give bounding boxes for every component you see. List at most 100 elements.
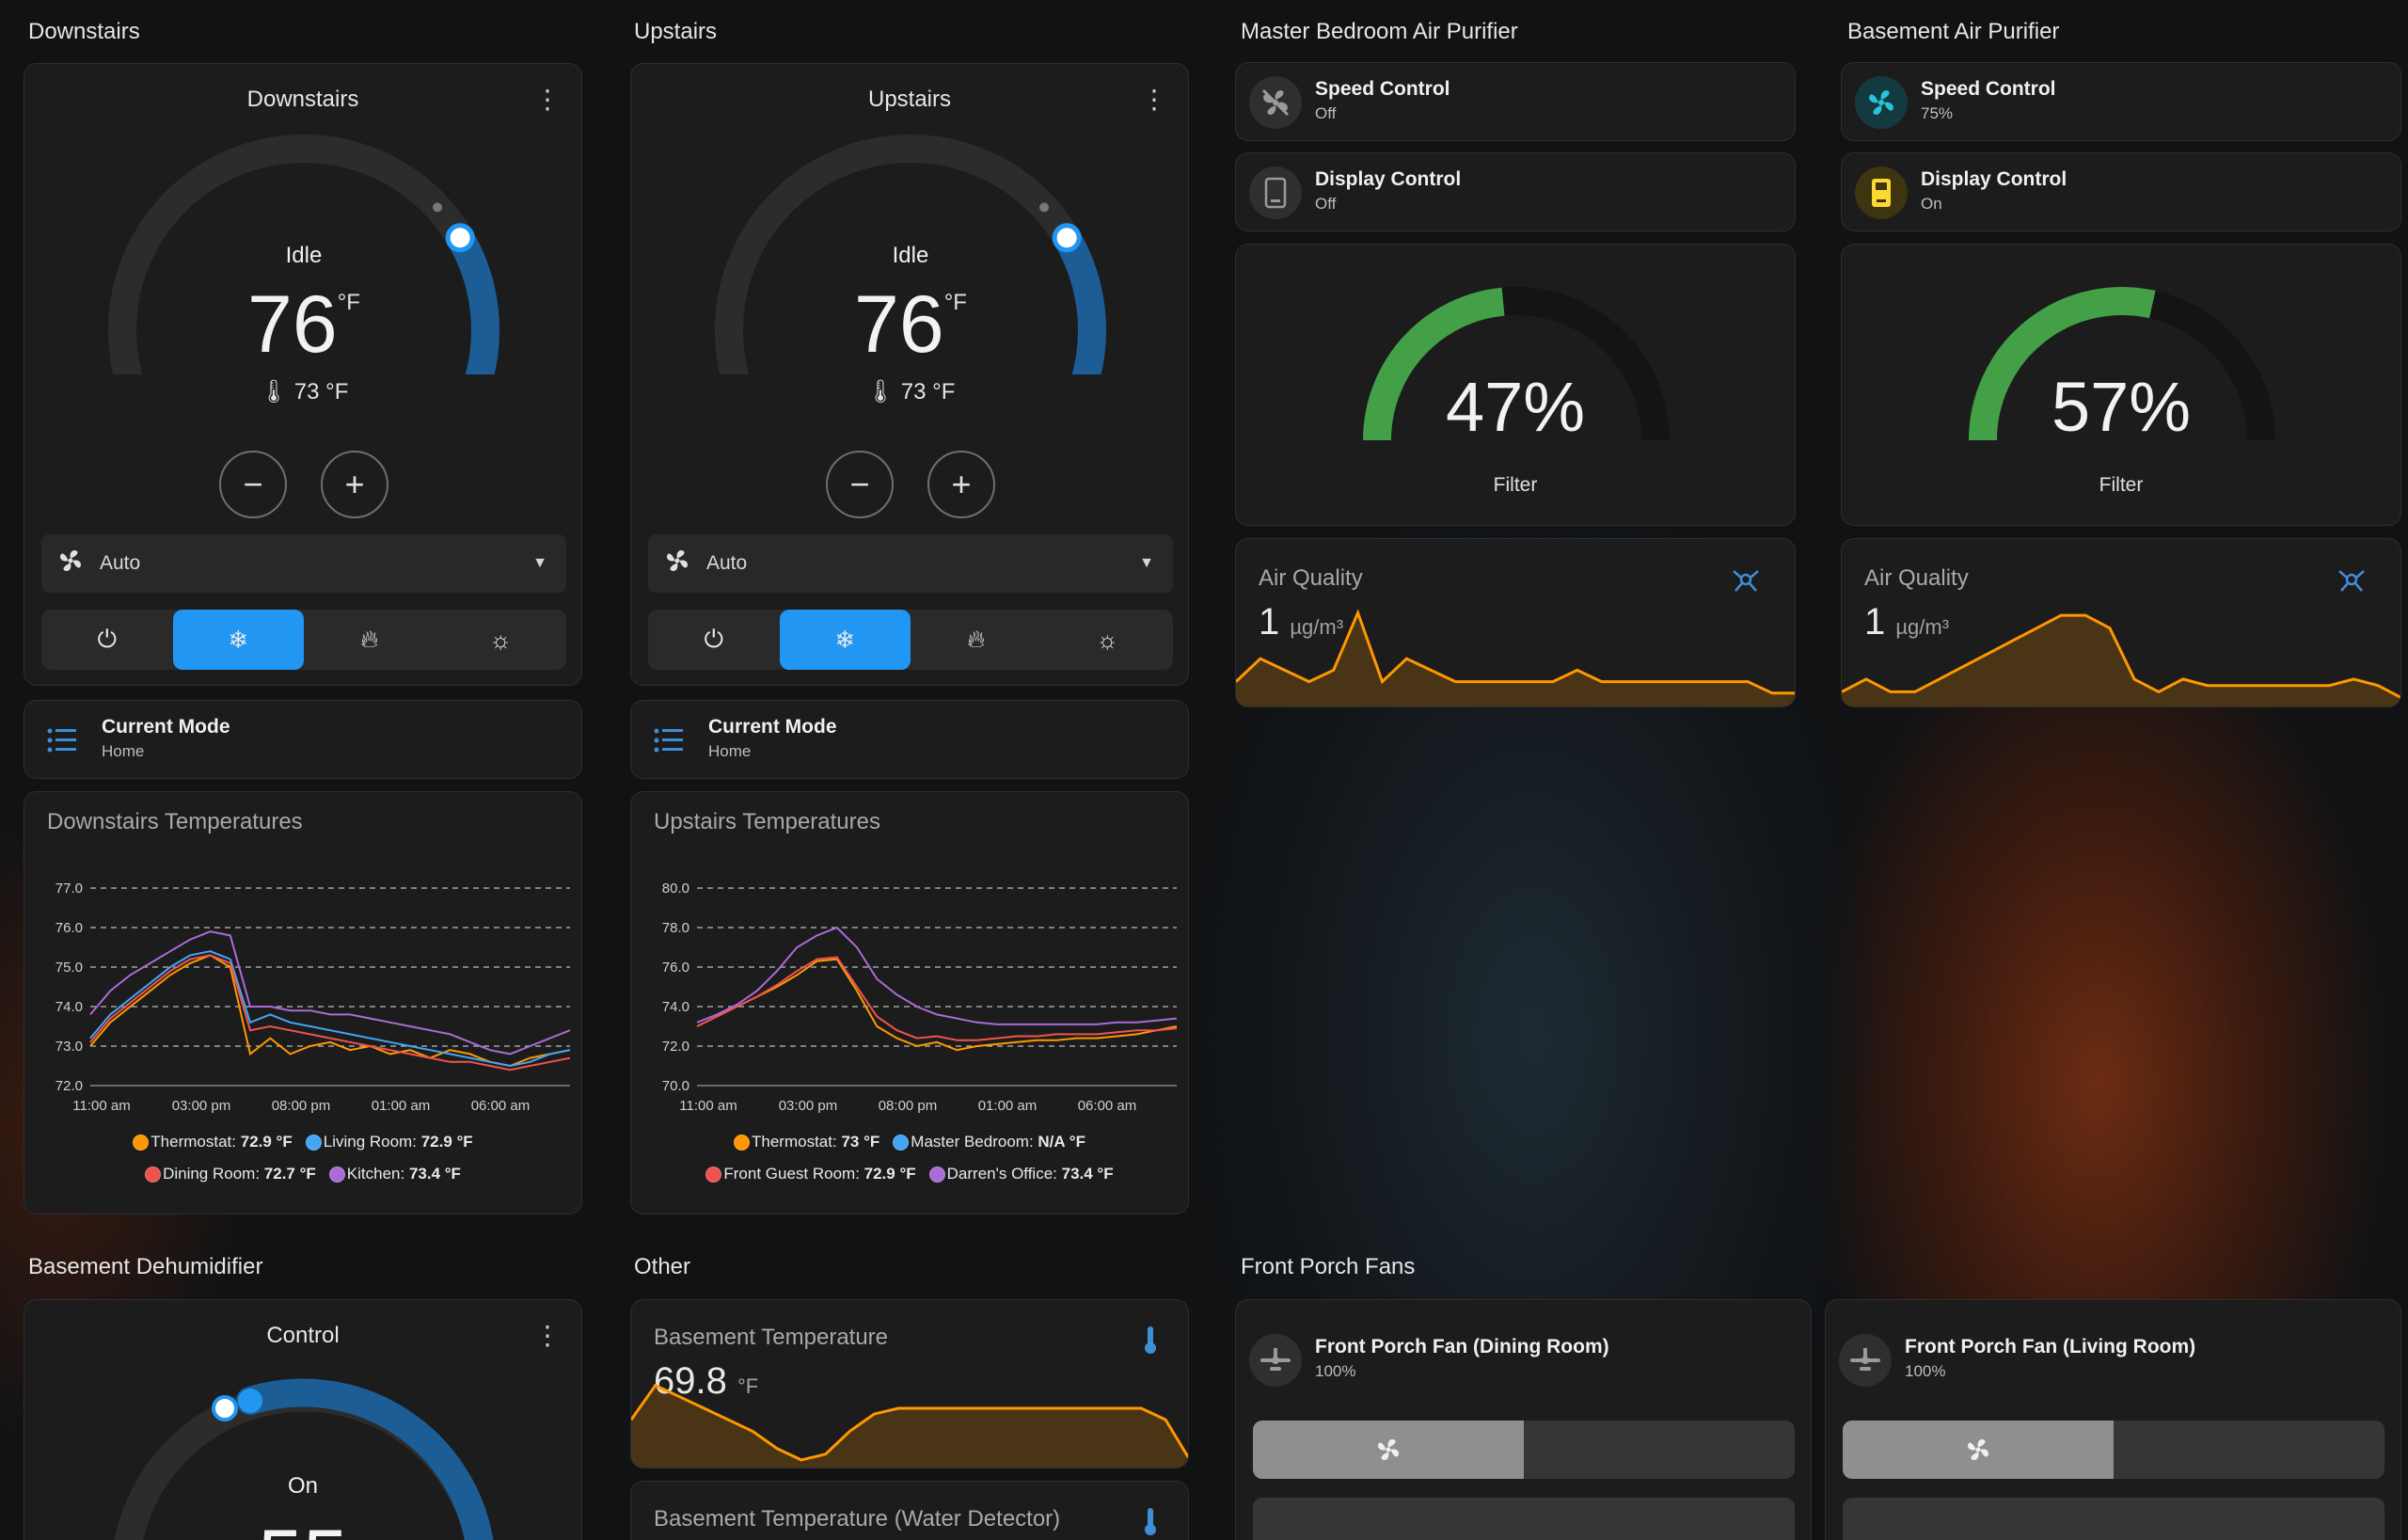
chart-legend-row-2: Dining Room: 72.7 °F Kitchen: 73.4 °F — [24, 1165, 581, 1183]
current-temperature-marker — [433, 202, 443, 213]
legend-item[interactable]: Darren's Office: 73.4 °F — [928, 1165, 1114, 1183]
fan-mode-select[interactable]: Auto ▼ — [41, 534, 566, 593]
dial-handle-upper[interactable] — [238, 1389, 262, 1413]
thermometer-icon: 🌡︎ — [259, 379, 289, 405]
air-quality-card[interactable]: Air Quality 1 µg/m³ — [1841, 538, 2401, 707]
current-mode-tile-downstairs[interactable]: Current Mode Home — [24, 700, 582, 779]
history-graph-downstairs[interactable]: Downstairs Temperatures 72.0 73.0 74.0 75.0… — [24, 791, 582, 1215]
front-porch-fan-living-card[interactable]: Front Porch Fan (Living Room) 100% — [1825, 1299, 2401, 1540]
humidity-dial[interactable] — [24, 1300, 582, 1540]
display-on-icon[interactable] — [1855, 167, 1908, 219]
y-tick-label: 77.0 — [55, 881, 83, 897]
dial-handle-lower[interactable] — [212, 1395, 238, 1421]
tile-name: Speed Control — [1315, 78, 1450, 100]
speed-control-tile[interactable]: Speed Control Off — [1235, 62, 1796, 141]
mode-heat-button[interactable]: 🔥︎ — [304, 610, 436, 670]
fan-control-bar[interactable] — [1843, 1498, 2384, 1540]
sparkline-area — [1842, 615, 2400, 706]
thermometer-icon — [1143, 1506, 1158, 1540]
plus-icon: + — [344, 465, 365, 503]
legend-series-name: Front Guest Room — [723, 1165, 856, 1183]
filter-gauge-card[interactable]: 57% Filter — [1841, 244, 2401, 526]
legend-item[interactable]: Thermostat: 72.9 °F — [133, 1133, 293, 1151]
display-control-tile[interactable]: Display Control Off — [1235, 152, 1796, 231]
increase-temperature-button[interactable]: + — [321, 451, 388, 518]
series-line — [696, 926, 1178, 1025]
sun-snowflake-icon: ☼ — [489, 625, 513, 654]
legend-item[interactable]: Kitchen: 73.4 °F — [328, 1165, 461, 1183]
thermometer-icon: 🌡︎ — [865, 379, 895, 405]
target-unit: °F — [943, 290, 967, 315]
decrease-temperature-button[interactable]: − — [826, 451, 894, 518]
fan-speed-slider[interactable] — [1843, 1421, 2384, 1479]
section-title-downstairs: Downstairs — [28, 19, 140, 44]
legend-item[interactable]: Thermostat: 73 °F — [734, 1133, 879, 1151]
section-title-upstairs: Upstairs — [634, 19, 718, 44]
y-tick-label: 75.0 — [55, 960, 83, 976]
mode-cool-button[interactable]: ❄ — [779, 610, 911, 670]
history-graph-upstairs[interactable]: Upstairs Temperatures 70.0 72.0 74.0 76.0 78… — [630, 791, 1189, 1215]
y-tick-label: 76.0 — [662, 960, 689, 976]
air-quality-card[interactable]: Air Quality 1 µg/m³ — [1235, 538, 1796, 707]
target-temperature: 76 — [854, 279, 944, 370]
filter-gauge-card[interactable]: 47% Filter — [1235, 244, 1796, 526]
mode-cool-button[interactable]: ❄ — [172, 610, 304, 670]
tile-state: On — [1921, 195, 1942, 213]
mode-off-button[interactable]: ⏻ — [648, 610, 780, 670]
legend-dot — [133, 1135, 150, 1151]
speed-control-tile[interactable]: Speed Control 75% — [1841, 62, 2401, 141]
legend-value: 72.9 °F — [420, 1133, 473, 1151]
power-icon: ⏻ — [704, 625, 724, 653]
section-title-basement-purifier: Basement Air Purifier — [1847, 19, 2060, 44]
fan-control-bar[interactable] — [1253, 1498, 1795, 1540]
mode-heat-cool-button[interactable]: ☼ — [436, 610, 567, 670]
current-temperature: 73 °F — [900, 379, 956, 405]
current-temperature: 73 °F — [293, 379, 349, 405]
legend-series-name: Thermostat — [150, 1133, 232, 1151]
target-temperature: 76 — [247, 279, 338, 370]
mode-heat-button[interactable]: 🔥︎ — [911, 610, 1042, 670]
legend-item[interactable]: Front Guest Room: 72.9 °F — [705, 1165, 916, 1183]
dial-handle[interactable] — [1052, 223, 1082, 253]
dial-handle[interactable] — [445, 223, 475, 253]
x-tick-label: 01:00 am — [372, 1098, 431, 1114]
decrease-temperature-button[interactable]: − — [219, 451, 287, 518]
display-off-icon[interactable] — [1249, 167, 1302, 219]
legend-item[interactable]: Dining Room: 72.7 °F — [145, 1165, 316, 1183]
basement-temperature-card[interactable]: Basement Temperature 69.8 °F — [630, 1299, 1189, 1469]
current-temperature-wrap: 🌡︎ 73 °F — [769, 378, 1052, 405]
fan-speed-slider[interactable] — [1253, 1421, 1795, 1479]
flame-icon: 🔥︎ — [360, 625, 379, 653]
x-tick-label: 11:00 am — [72, 1098, 130, 1114]
legend-series-name: Darren's Office — [946, 1165, 1054, 1183]
increase-temperature-button[interactable]: + — [927, 451, 995, 518]
fan-speed-fill — [1253, 1421, 1524, 1479]
fan-icon[interactable] — [1855, 76, 1908, 129]
chart-legend-row-1: Thermostat: 72.9 °F Living Room: 72.9 °F — [24, 1133, 581, 1151]
target-unit: °F — [337, 290, 360, 315]
hvac-mode-bar: ⏻ ❄ 🔥︎ ☼ — [41, 610, 566, 670]
mode-heat-cool-button[interactable]: ☼ — [1042, 610, 1174, 670]
fan-mode-value: Auto — [706, 552, 748, 574]
gauge-value: 57% — [2051, 368, 2192, 446]
dehumidifier-control-card[interactable]: Control ⋮ On 55 — [24, 1299, 582, 1540]
current-mode-tile-upstairs[interactable]: Current Mode Home — [630, 700, 1189, 779]
fan-icon — [1377, 1438, 1400, 1461]
tile-state: 100% — [1905, 1362, 1946, 1380]
front-porch-fan-dining-card[interactable]: Front Porch Fan (Dining Room) 100% — [1235, 1299, 1812, 1540]
legend-item[interactable]: Living Room: 72.9 °F — [305, 1133, 473, 1151]
dehumidifier-state: On — [287, 1473, 318, 1499]
legend-item[interactable]: Master Bedroom: N/A °F — [893, 1133, 1085, 1151]
water-detector-temperature-card[interactable]: Basement Temperature (Water Detector) — [630, 1481, 1189, 1540]
minus-icon: − — [243, 465, 263, 503]
fan-mode-select[interactable]: Auto ▼ — [648, 534, 1173, 593]
fan-off-icon[interactable] — [1249, 76, 1302, 129]
tile-state: 100% — [1315, 1362, 1356, 1380]
temperature-sparkline — [631, 1383, 1188, 1468]
ceiling-fan-icon[interactable] — [1839, 1334, 1892, 1387]
series-line — [89, 930, 571, 1056]
ceiling-fan-icon[interactable] — [1249, 1334, 1302, 1387]
mode-off-button[interactable]: ⏻ — [41, 610, 173, 670]
display-control-tile[interactable]: Display Control On — [1841, 152, 2401, 231]
legend-series-name: Kitchen — [346, 1165, 401, 1183]
